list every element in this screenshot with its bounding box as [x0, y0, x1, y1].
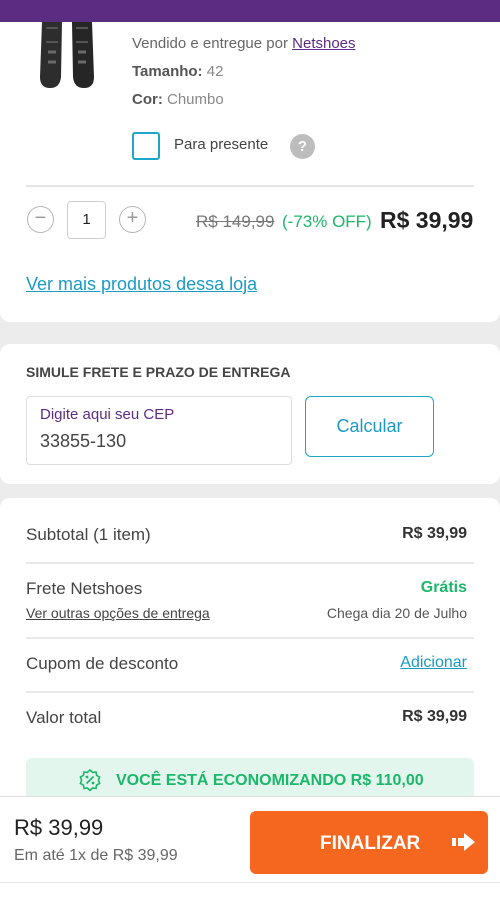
gift-label: Para presente [174, 136, 269, 153]
question-icon[interactable]: ? [290, 134, 315, 159]
footer-price: R$ 39,99 [14, 815, 104, 840]
divider [26, 691, 474, 693]
total-label: Valor total [26, 708, 102, 727]
cep-label: Digite aqui seu CEP [40, 406, 175, 423]
quantity-decrease-button[interactable]: − [27, 206, 54, 233]
calculate-button[interactable]: Calcular [305, 396, 434, 457]
installment-text: Em até 1x de R$ 39,99 [14, 847, 178, 864]
total-value: R$ 39,99 [402, 708, 467, 725]
size-line: Tamanho: 42 [132, 63, 223, 80]
savings-text: VOCÊ ESTÁ ECONOMIZANDO R$ 110,00 [116, 772, 424, 789]
coupon-label: Cupom de desconto [26, 654, 179, 673]
flip-flop-icon[interactable] [28, 22, 108, 90]
freight-label: Frete Netshoes [26, 579, 143, 598]
divider [0, 882, 500, 883]
checkout-footer: R$ 39,99 Em até 1x de R$ 39,99 FINALIZAR [0, 796, 500, 897]
quantity-input[interactable]: 1 [67, 201, 106, 239]
more-products-link[interactable]: Ver mais produtos dessa loja [26, 274, 257, 295]
top-header-bar [0, 0, 500, 22]
size-label: Tamanho: [132, 63, 203, 80]
finalize-label: FINALIZAR [320, 833, 421, 854]
freight-arrival: Chega dia 20 de Julho [326, 605, 467, 621]
cep-input[interactable]: Digite aqui seu CEP 33855-130 [26, 396, 292, 465]
percent-badge-icon [79, 769, 101, 792]
divider [26, 562, 474, 564]
cep-value[interactable]: 33855-130 [40, 431, 126, 452]
shipping-title: SIMULE FRETE E PRAZO DE ENTREGA [26, 364, 291, 380]
size-value: 42 [206, 63, 224, 80]
old-price: R$ 149,99 [196, 212, 275, 231]
finalize-button[interactable]: FINALIZAR [250, 811, 488, 874]
color-value: Chumbo [167, 91, 224, 108]
divider [26, 637, 474, 639]
color-line: Cor: Chumbo [132, 91, 224, 108]
freight-value: Grátis [420, 579, 467, 596]
subtotal-value: R$ 39,99 [402, 525, 467, 542]
order-summary-card: Subtotal (1 item) R$ 39,99 Frete Netshoe… [0, 498, 500, 808]
freight-options-link[interactable]: Ver outras opções de entrega [26, 605, 210, 621]
quantity-increase-button[interactable]: + [119, 206, 146, 233]
seller-line: Vendido e entregue por Netshoes [132, 35, 356, 52]
add-coupon-link[interactable]: Adicionar [400, 654, 467, 672]
discount-badge: (-73% OFF) [282, 212, 372, 231]
shipping-simulator-card: SIMULE FRETE E PRAZO DE ENTREGA Digite a… [0, 344, 500, 484]
current-price: R$ 39,99 [380, 207, 474, 233]
seller-link[interactable]: Netshoes [292, 35, 355, 52]
product-card: Vendido e entregue por Netshoes Tamanho:… [0, 22, 500, 322]
divider [26, 185, 474, 187]
color-label: Cor: [132, 91, 163, 108]
gift-checkbox[interactable] [132, 132, 160, 160]
seller-prefix: Vendido e entregue por [132, 35, 288, 52]
arrow-right-icon [452, 833, 475, 851]
subtotal-label: Subtotal (1 item) [26, 525, 151, 544]
